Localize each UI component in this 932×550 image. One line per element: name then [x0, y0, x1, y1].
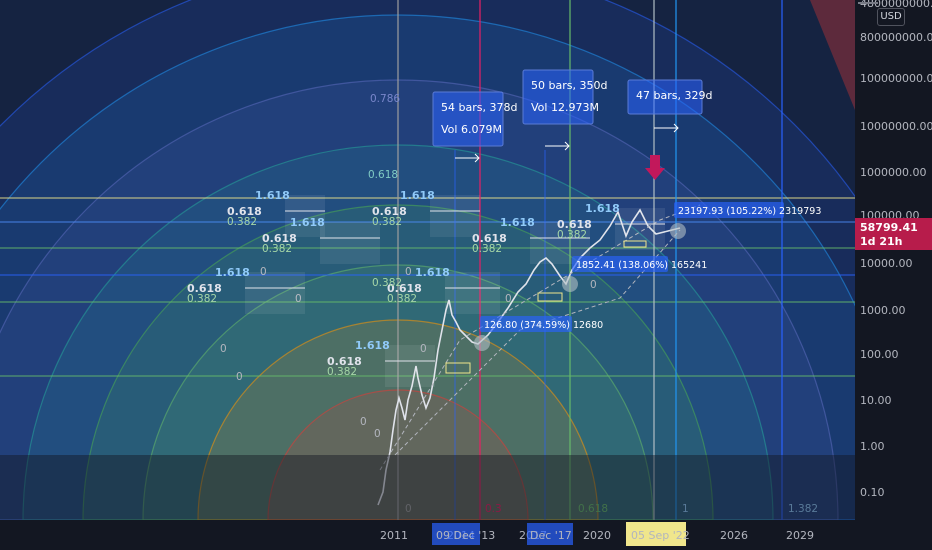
fib-level-label: 1.618 — [215, 266, 250, 279]
callout-line1-1: 50 bars, 350d — [531, 79, 607, 92]
time-tick-0: 2011 — [380, 529, 408, 542]
measure-label-2: 126.80 (374.59%) 12680 — [484, 320, 603, 331]
fib-level-label: 0 — [590, 279, 597, 291]
price-countdown: 1d 21h — [860, 235, 903, 248]
currency-button[interactable]: USD — [877, 8, 905, 26]
price-tick-10: 1.00 — [860, 440, 885, 453]
callout-line2-0: Vol 6.079M — [441, 123, 502, 136]
fib-box-1 — [320, 222, 380, 264]
fib-level-label: 0.382 — [557, 229, 587, 241]
chart-canvas[interactable]: 0 0.3 0.618 1 1.382 1.6180.6180.38201.6180.6… — [0, 0, 932, 550]
time-highlight-end: 05 Sep '22 — [631, 529, 690, 542]
callout-line2-1: Vol 12.973M — [531, 101, 599, 114]
fib-level-label: 1.618 — [585, 202, 620, 215]
fib-arc-label: 0.618 — [368, 169, 398, 181]
price-tick-8: 100.00 — [860, 348, 899, 361]
fib-arc-label: 0.382 — [372, 277, 402, 289]
fib-level-label: 1.618 — [500, 216, 535, 229]
fib-arc-label: 0 — [236, 371, 243, 383]
fib-arc-label: 0 — [374, 428, 381, 440]
time-tick-5: 2029 — [786, 529, 814, 542]
measure-label-0: 23197.93 (105.22%) 2319793 — [678, 206, 821, 217]
time-tick-4: 2026 — [720, 529, 748, 542]
price-tick-6: 10000.00 — [860, 257, 913, 270]
fib-level-label: 0 — [420, 343, 427, 355]
current-price-value: 58799.41 — [860, 221, 918, 234]
fib-level-label: 0 — [360, 416, 367, 428]
pivot-marker-1 — [562, 276, 578, 292]
price-tick-2: 100000000.00 — [860, 72, 932, 85]
callout-line1-0: 54 bars, 378d — [441, 101, 517, 114]
fib-level-label: 0.382 — [187, 293, 217, 305]
fib-level-label: 0.382 — [372, 216, 402, 228]
fib-box-7 — [615, 208, 665, 250]
fib-level-label: 0.382 — [472, 243, 502, 255]
price-tick-4: 1000000.00 — [860, 166, 926, 179]
fib-box-3 — [385, 345, 435, 387]
pivot-marker-0 — [670, 223, 686, 239]
fib-level-label: 0.382 — [327, 366, 357, 378]
price-tick-3: 10000000.00 — [860, 120, 932, 133]
price-tick-11: 0.10 — [860, 486, 885, 499]
time-tick-3: 2020 — [583, 529, 611, 542]
current-price-tag: 58799.411d 21h — [855, 218, 932, 250]
time-highlight-mid: Dec '17 — [530, 529, 572, 542]
fib-box-4 — [430, 195, 480, 237]
fib-box-2 — [245, 272, 305, 314]
collapse-icon[interactable] — [858, 2, 878, 6]
measure-label-1: 1852.41 (138.06%) 165241 — [576, 260, 707, 271]
fib-level-label: 1.618 — [290, 216, 325, 229]
price-tick-9: 10.00 — [860, 394, 892, 407]
fib-level-label: 0 — [505, 293, 512, 305]
pivot-marker-2 — [474, 335, 490, 351]
fib-level-label: 1.618 — [400, 189, 435, 202]
price-tick-1: 800000000.00 — [860, 31, 932, 44]
fib-box-5 — [445, 272, 500, 314]
callout-line1-2: 47 bars, 329d — [636, 89, 712, 102]
fib-level-label: 0 — [405, 266, 412, 278]
fib-level-label: 1.618 — [255, 189, 290, 202]
fib-level-label: 0.382 — [262, 243, 292, 255]
fib-arc-label: 0.786 — [370, 93, 400, 105]
time-highlight-start: 09 Dec '13 — [436, 529, 495, 542]
lower-shade — [0, 455, 855, 520]
fib-level-label: 0.382 — [227, 216, 257, 228]
fib-level-label: 1.618 — [355, 339, 390, 352]
fib-level-label: 1.618 — [415, 266, 450, 279]
price-tick-7: 1000.00 — [860, 304, 906, 317]
fib-level-label: 0.382 — [387, 293, 417, 305]
fib-level-label: 0 — [220, 343, 227, 355]
chart-root[interactable]: 0 0.3 0.618 1 1.382 1.618 0.618 0.382 0 1.618 0.6… — [0, 0, 932, 550]
